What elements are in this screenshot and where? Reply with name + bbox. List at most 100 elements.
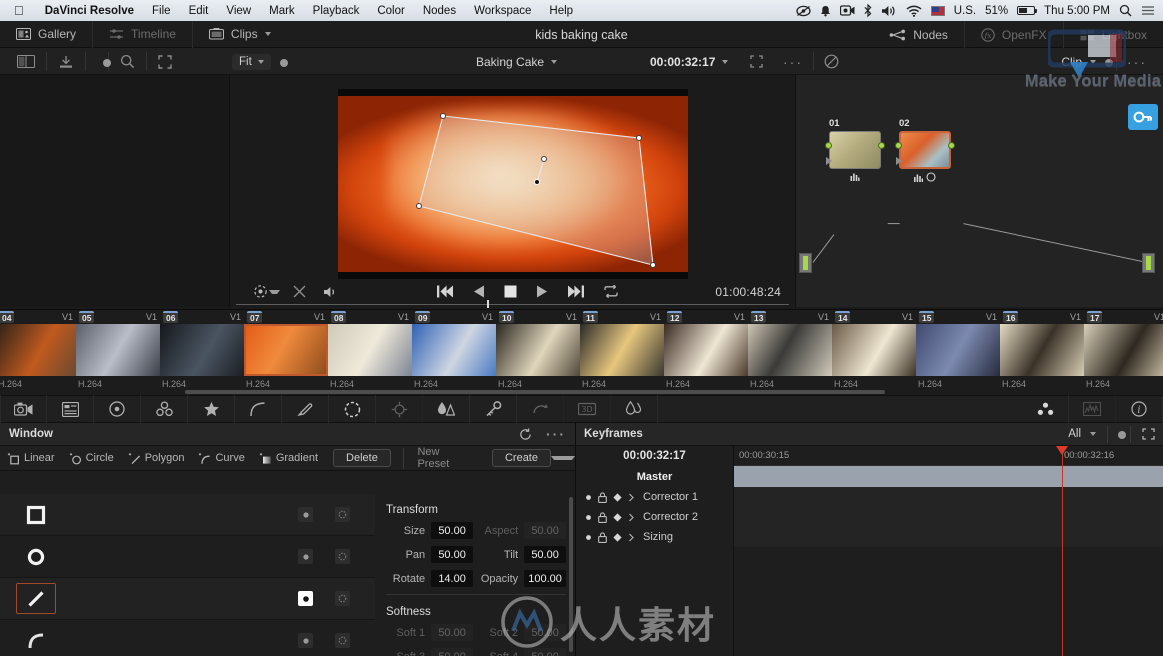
- camera-raw-icon[interactable]: [0, 395, 47, 423]
- stills-grab-icon[interactable]: [47, 55, 85, 69]
- openfx-tab[interactable]: fx OpenFX: [963, 21, 1063, 48]
- lock-icon[interactable]: [598, 511, 607, 523]
- window-rotate-handle[interactable]: [541, 156, 547, 162]
- clip-thumbnail[interactable]: [916, 324, 1000, 376]
- clip-scope-label[interactable]: Clip: [1053, 55, 1090, 69]
- shape-mask-toggle[interactable]: [298, 633, 313, 648]
- keyframe-diamond-icon[interactable]: [613, 512, 622, 522]
- menu-file[interactable]: File: [143, 5, 180, 17]
- skip-start-icon[interactable]: [437, 285, 454, 298]
- polygon-shape-button[interactable]: Polygon: [121, 452, 192, 465]
- menu-workspace[interactable]: Workspace: [465, 5, 540, 17]
- pan-field[interactable]: 50.00: [431, 546, 473, 563]
- menu-help[interactable]: Help: [540, 5, 582, 17]
- onscreen-control-icon[interactable]: [230, 284, 269, 299]
- circle-shape-button[interactable]: Circle: [62, 452, 121, 465]
- curve-window-icon[interactable]: [16, 625, 56, 656]
- bypass-icon[interactable]: [814, 54, 849, 69]
- lightbox-tab[interactable]: Lightbox: [1062, 21, 1163, 48]
- delete-window-button[interactable]: Delete: [333, 449, 391, 467]
- keyframes-track-corrector-2[interactable]: Corrector 2: [576, 507, 733, 527]
- info-icon[interactable]: i: [1116, 395, 1163, 423]
- soft1-field[interactable]: 50.00: [431, 624, 473, 641]
- menu-color[interactable]: Color: [368, 5, 413, 17]
- expand-arrow-icon[interactable]: [628, 533, 635, 542]
- scopes-icon[interactable]: [1069, 395, 1116, 423]
- bell-icon[interactable]: [820, 5, 831, 17]
- node-output-port[interactable]: [878, 142, 885, 149]
- keyframes-track-corrector-1[interactable]: Corrector 1: [576, 487, 733, 507]
- window-corner-handle[interactable]: [650, 262, 656, 268]
- input-source-label[interactable]: U.S.: [954, 5, 976, 17]
- clip-number-badge[interactable]: 14: [835, 311, 851, 323]
- tilt-field[interactable]: 50.00: [524, 546, 566, 563]
- timeline-tab[interactable]: Timeline: [92, 20, 192, 48]
- shape-invert-toggle[interactable]: [335, 591, 350, 606]
- play-icon[interactable]: [536, 285, 548, 298]
- window-corner-handle[interactable]: [416, 203, 422, 209]
- node-output-endpoint[interactable]: [1142, 253, 1155, 273]
- chevron-down-icon[interactable]: [1090, 432, 1096, 436]
- rgb-mixer-icon[interactable]: [141, 395, 188, 423]
- chevron-down-icon[interactable]: [1090, 59, 1096, 64]
- opacity-field[interactable]: 100.00: [524, 570, 566, 587]
- clip-thumbnail[interactable]: [160, 324, 244, 376]
- stop-icon[interactable]: [504, 285, 517, 298]
- menu-view[interactable]: View: [217, 5, 260, 17]
- linear-shape-button[interactable]: Linear: [0, 452, 62, 465]
- keyframes-master-band[interactable]: [734, 466, 1163, 487]
- keyframe-dot-icon[interactable]: [585, 494, 592, 501]
- screen-record-icon[interactable]: [839, 5, 855, 16]
- shape-row-circle[interactable]: [0, 536, 375, 578]
- filmstrip-clip[interactable]: 06 V1 H.264: [160, 310, 244, 396]
- clip-thumbnail[interactable]: [664, 324, 748, 376]
- clip-number-badge[interactable]: 08: [331, 311, 347, 323]
- keyframes-current-timecode[interactable]: 00:00:32:17: [576, 446, 733, 466]
- linear-window-icon[interactable]: [16, 583, 56, 614]
- wifi-icon[interactable]: [906, 5, 922, 17]
- filmstrip-clip[interactable]: 15 V1 H.264: [916, 310, 1000, 396]
- clip-number-badge[interactable]: 05: [79, 311, 95, 323]
- shape-invert-toggle[interactable]: [335, 633, 350, 648]
- magnifier-icon[interactable]: [109, 54, 146, 69]
- shape-mask-toggle[interactable]: [298, 507, 313, 522]
- gallery-tab[interactable]: Gallery: [0, 21, 92, 48]
- clip-thumbnail[interactable]: [580, 324, 664, 376]
- node-editor[interactable]: 01 02: [795, 75, 1163, 307]
- viewer-scrubber[interactable]: [230, 300, 795, 308]
- shape-mask-toggle[interactable]: [298, 549, 313, 564]
- rotate-field[interactable]: 14.00: [431, 570, 473, 587]
- filmstrip-scrollbar[interactable]: [185, 390, 885, 394]
- lock-icon[interactable]: [598, 491, 607, 503]
- menu-edit[interactable]: Edit: [180, 5, 218, 17]
- do-not-disturb-icon[interactable]: [796, 5, 811, 17]
- viewer-timecode[interactable]: 00:00:32:17: [650, 55, 715, 69]
- window-corner-handle[interactable]: [440, 113, 446, 119]
- qualifier-icon[interactable]: [282, 395, 329, 423]
- keyframe-dot-icon[interactable]: [585, 514, 592, 521]
- reset-icon[interactable]: [519, 428, 532, 441]
- shape-mask-toggle[interactable]: [298, 591, 313, 606]
- gradient-shape-button[interactable]: Gradient: [252, 452, 325, 465]
- clip-number-badge[interactable]: 04: [0, 311, 15, 323]
- menu-app-name[interactable]: DaVinci Resolve: [36, 5, 143, 17]
- keyframes-lane-corrector-1[interactable]: [734, 487, 1163, 507]
- keyframes-lane-corrector-2[interactable]: [734, 507, 1163, 527]
- flag-icon[interactable]: [930, 5, 945, 16]
- clip-number-badge[interactable]: 11: [583, 311, 598, 323]
- battery-percent-label[interactable]: 51%: [985, 5, 1008, 17]
- size-field[interactable]: 50.00: [431, 522, 473, 539]
- keyframes-track-sizing[interactable]: Sizing: [576, 527, 733, 547]
- create-preset-button[interactable]: Create: [491, 449, 551, 467]
- shape-invert-toggle[interactable]: [335, 507, 350, 522]
- clip-thumbnail[interactable]: [496, 324, 580, 376]
- curves-icon[interactable]: [235, 395, 282, 423]
- filmstrip-clip[interactable]: 12 V1 H.264: [664, 310, 748, 396]
- clip-thumbnail[interactable]: [328, 324, 412, 376]
- window-center-handle[interactable]: [534, 179, 540, 185]
- lock-icon[interactable]: [598, 531, 607, 543]
- clip-thumbnail[interactable]: [832, 324, 916, 376]
- fullscreen-icon[interactable]: [1142, 428, 1155, 440]
- blur-icon[interactable]: [423, 395, 470, 423]
- square-window-icon[interactable]: [16, 499, 56, 530]
